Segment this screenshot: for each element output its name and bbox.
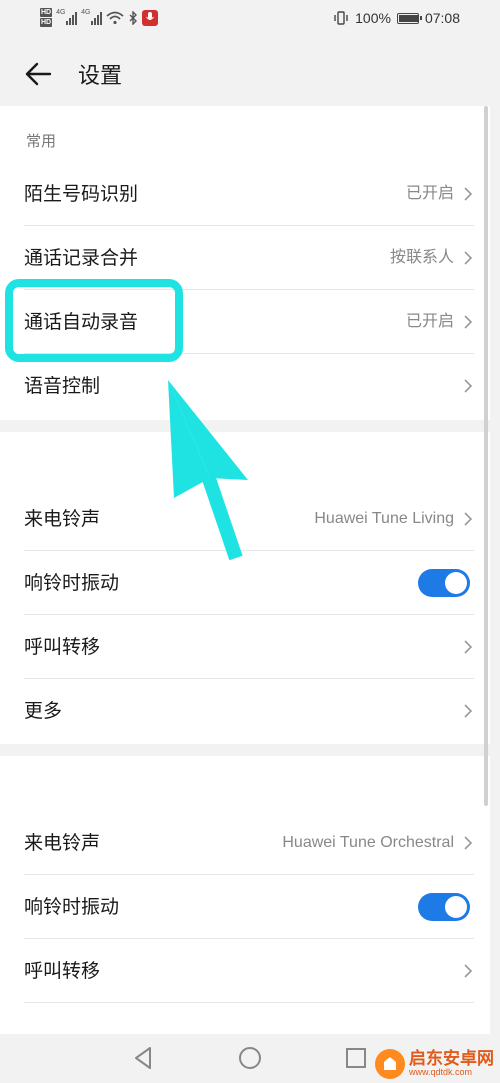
row-unknown-number-id[interactable]: 陌生号码识别 已开启 — [0, 162, 490, 226]
vibrate-toggle-sim1[interactable] — [418, 569, 470, 597]
nav-recents-icon[interactable] — [342, 1044, 370, 1072]
chevron-right-icon — [464, 640, 473, 654]
section-title-common: 常用 — [26, 132, 57, 150]
back-button[interactable] — [20, 56, 56, 92]
clock: 07:08 — [424, 10, 460, 26]
back-arrow-icon — [25, 62, 52, 86]
settings-card-sim2: 来电铃声 Huawei Tune Orchestral 响铃时振动 呼叫转移 — [0, 756, 490, 1056]
chevron-right-icon — [464, 704, 473, 718]
hd-badge-bottom: HD — [40, 18, 53, 27]
toggle-knob — [445, 896, 467, 918]
recording-icon — [142, 9, 159, 26]
scrollbar[interactable] — [484, 106, 488, 806]
chevron-right-icon — [464, 512, 473, 526]
nav-back-icon[interactable] — [130, 1044, 158, 1072]
vibrate-toggle-sim2[interactable] — [418, 893, 470, 921]
row-value: Huawei Tune Orchestral — [282, 834, 454, 851]
wifi-icon — [106, 11, 124, 24]
chevron-right-icon — [464, 836, 473, 850]
divider — [24, 1002, 474, 1003]
row-label: 来电铃声 — [24, 832, 101, 854]
toggle-knob — [445, 572, 467, 594]
network-type-1: 4G — [56, 8, 66, 16]
vibrate-icon — [334, 11, 348, 25]
status-left: HD HD 4G 4G — [40, 8, 159, 27]
hd-icon: HD HD — [40, 8, 53, 27]
row-value: 已开启 — [405, 185, 454, 202]
signal-icon: 4G — [81, 8, 103, 25]
title-bar: 设置 — [0, 40, 500, 106]
row-label: 响铃时振动 — [24, 896, 120, 918]
battery-icon — [396, 12, 422, 24]
chevron-right-icon — [464, 251, 473, 265]
watermark-logo-icon — [375, 1049, 405, 1079]
row-label: 来电铃声 — [24, 508, 101, 530]
row-value: 已开启 — [405, 313, 454, 330]
annotation-arrow-icon — [168, 380, 248, 561]
hd-badge-top: HD — [40, 8, 53, 17]
chevron-right-icon — [464, 379, 473, 393]
row-ringtone-sim2[interactable]: 来电铃声 Huawei Tune Orchestral — [0, 811, 490, 875]
network-type-2: 4G — [81, 8, 91, 16]
row-call-forwarding-sim1[interactable]: 呼叫转移 — [0, 615, 490, 679]
battery-percent: 100% — [355, 10, 391, 26]
highlight-annotation-box — [5, 279, 183, 362]
bluetooth-icon — [129, 10, 138, 25]
status-bar: HD HD 4G 4G 100% 07:08 — [0, 0, 500, 40]
row-label: 呼叫转移 — [24, 960, 101, 982]
chevron-right-icon — [464, 315, 473, 329]
row-value: 按联系人 — [389, 249, 454, 266]
navigation-bar: 启东安卓网 www.qdtdk.com — [0, 1034, 500, 1083]
row-label: 响铃时振动 — [24, 572, 120, 594]
row-label: 语音控制 — [24, 375, 101, 397]
settings-card-common: 常用 陌生号码识别 已开启 通话记录合并 按联系人 通话自动录音 已开启 语音控… — [0, 106, 490, 420]
page-title: 设置 — [78, 64, 123, 89]
row-label: 呼叫转移 — [24, 636, 101, 658]
signal-icon: 4G — [56, 8, 78, 25]
row-vibrate-sim2: 响铃时振动 — [0, 875, 490, 939]
chevron-right-icon — [464, 964, 473, 978]
chevron-right-icon — [464, 187, 473, 201]
row-label: 更多 — [24, 700, 63, 722]
watermark-text: 启东安卓网 www.qdtdk.com — [409, 1051, 494, 1077]
row-call-forwarding-sim2[interactable]: 呼叫转移 — [0, 939, 490, 1003]
status-right: 100% 07:08 — [333, 10, 460, 26]
nav-home-icon[interactable] — [236, 1044, 264, 1072]
row-value: Huawei Tune Living — [314, 510, 454, 527]
watermark-url: www.qdtdk.com — [409, 1067, 473, 1077]
watermark-name: 启东安卓网 — [409, 1049, 494, 1069]
watermark: 启东安卓网 www.qdtdk.com — [375, 1049, 494, 1079]
row-label: 陌生号码识别 — [24, 183, 139, 205]
row-more-sim1[interactable]: 更多 — [0, 679, 490, 743]
